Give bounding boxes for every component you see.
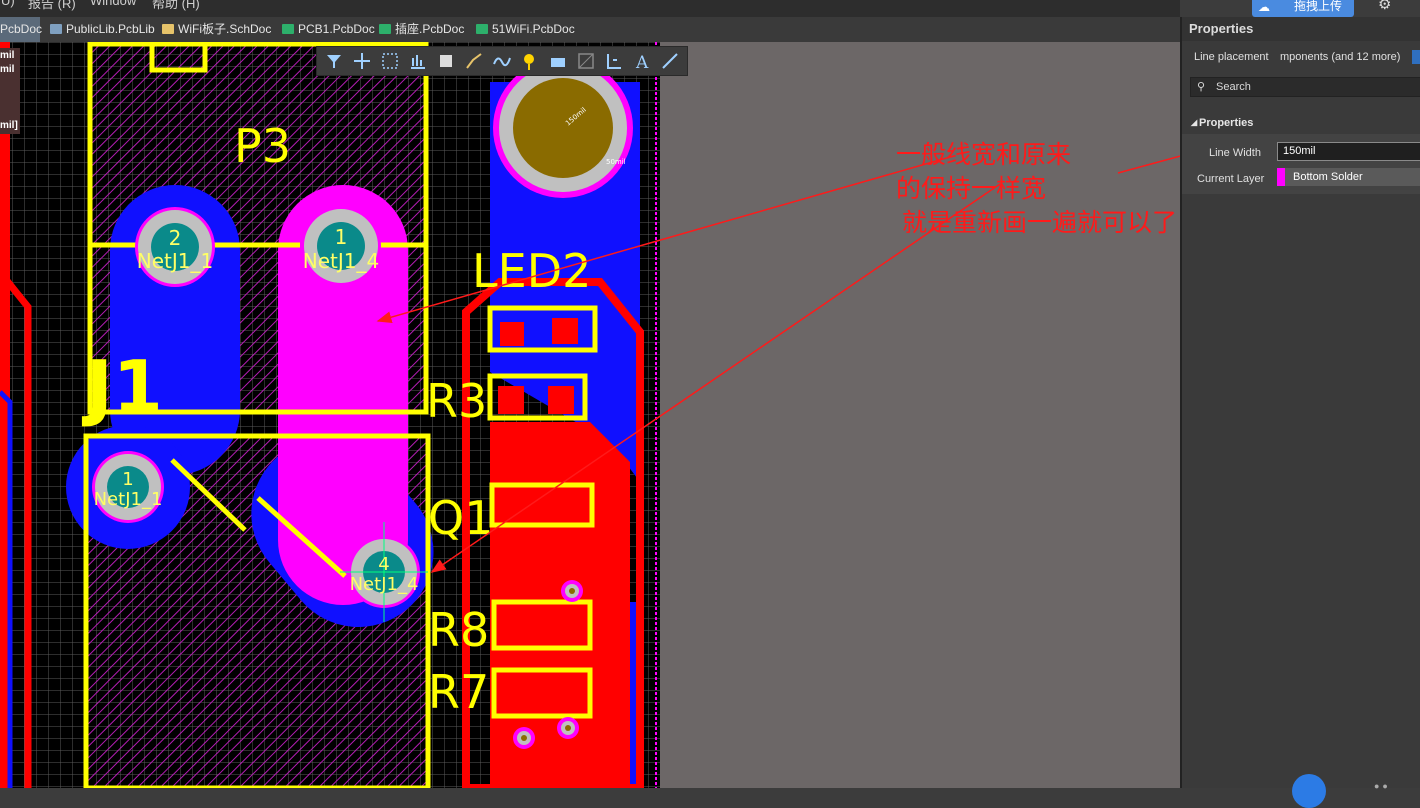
layer-color-swatch [1277, 168, 1285, 186]
pcb-doc-icon [476, 24, 488, 34]
tab-label: 51WiFi.PcbDoc [492, 22, 575, 36]
properties-section-header[interactable]: ◢ Properties [1182, 113, 1420, 133]
dimension-icon[interactable] [603, 50, 625, 72]
tab-socket[interactable]: 插座.PcbDoc [379, 17, 464, 42]
annotation-line-1: 一般线宽和原来 [896, 140, 1072, 169]
cloud-icon: ☁ [1258, 0, 1270, 14]
menu-bar: U) 报告 (R) Window 帮助 (H) [0, 0, 1180, 17]
cross-probe-icon[interactable] [351, 50, 373, 72]
tab-51wifi[interactable]: 51WiFi.PcbDoc [476, 17, 575, 42]
tab-label: WiFi板子.SchDoc [178, 22, 272, 36]
collapse-triangle-icon: ◢ [1191, 118, 1198, 127]
upload-label: 拖拽上传 [1294, 0, 1343, 13]
floating-help-button[interactable] [1292, 774, 1326, 808]
tab-label: PcbDoc [0, 22, 43, 36]
pcb-canvas[interactable]: 150mil 50mil 50mil 2 NetJ1_1 1 NetJ1_4 1… [0, 42, 1180, 788]
tab-label: 插座.PcbDoc [395, 22, 465, 36]
arrow-to-pad4 [430, 183, 1001, 573]
filter-dropdown-icon[interactable] [1412, 50, 1420, 64]
menu-item-u[interactable]: U) [1, 0, 15, 8]
line-width-input[interactable]: 150mil [1277, 142, 1420, 161]
current-layer-value: Bottom Solder [1293, 171, 1363, 183]
settings-gear-icon[interactable]: ⚙ [1378, 0, 1394, 13]
line-width-label: Line Width [1209, 147, 1261, 159]
current-layer-label: Current Layer [1197, 173, 1265, 185]
upload-button[interactable]: ☁ 拖拽上传 [1252, 0, 1354, 17]
pcb-doc-icon [379, 24, 391, 34]
line-icon[interactable] [659, 50, 681, 72]
annotation-text: 一般线宽和原来 的保持一样宽 就是重新画一遍就可以了 [896, 138, 1177, 240]
dots-icon: ●● [1374, 781, 1391, 791]
via-icon[interactable] [519, 50, 541, 72]
keepout-icon[interactable] [575, 50, 597, 72]
properties-panel: Properties Line placement mponents (and … [1180, 17, 1420, 808]
annotation-line-2: 的保持一样宽 [896, 174, 1047, 203]
menu-item-help[interactable]: 帮助 (H) [152, 0, 200, 12]
filter-value[interactable]: mponents (and 12 more) [1280, 44, 1400, 70]
align-icon[interactable] [407, 50, 429, 72]
filter-label: Line placement [1194, 51, 1269, 63]
diff-pair-icon[interactable] [491, 50, 513, 72]
panel-filter-row: Line placement mponents (and 12 more) [1182, 44, 1420, 70]
annotation-line-3: 就是重新画一遍就可以了 [902, 208, 1178, 237]
schematic-icon [162, 24, 174, 34]
tab-label: PublicLib.PcbLib [66, 22, 155, 36]
search-placeholder: Search [1216, 81, 1251, 93]
pcb-doc-icon [282, 24, 294, 34]
tab-pcb1[interactable]: PCB1.PcbDoc [282, 17, 375, 42]
section-title: Properties [1199, 117, 1254, 129]
component-icon[interactable] [435, 50, 457, 72]
tab-label: PCB1.PcbDoc [298, 22, 375, 36]
arrow-to-magenta-trace [376, 156, 951, 324]
text-icon[interactable]: A [631, 50, 653, 72]
search-icon: ⚲ [1197, 81, 1206, 93]
select-area-icon[interactable] [379, 50, 401, 72]
search-input[interactable]: ⚲ Search [1190, 77, 1420, 97]
tab-pcbdoc[interactable]: PcbDoc [0, 17, 43, 42]
menu-item-report[interactable]: 报告 (R) [28, 0, 76, 12]
document-tab-bar: PcbDoc PublicLib.PcbLib WiFi板子.SchDoc PC… [0, 17, 1180, 42]
route-icon[interactable] [463, 50, 485, 72]
pcblib-icon [50, 24, 62, 34]
panel-title: Properties [1182, 17, 1420, 41]
current-layer-select[interactable]: Bottom Solder [1277, 168, 1420, 186]
filter-icon[interactable] [323, 50, 345, 72]
polygon-icon[interactable] [547, 50, 569, 72]
svg-text:A: A [635, 53, 649, 72]
active-bar-toolbar: A [316, 46, 688, 76]
menu-item-window[interactable]: Window [90, 0, 136, 8]
tab-wifi-schdoc[interactable]: WiFi板子.SchDoc [162, 17, 271, 42]
properties-section-body: Line Width 150mil Current Layer Bottom S… [1182, 134, 1420, 194]
tab-publiclib[interactable]: PublicLib.PcbLib [50, 17, 155, 42]
